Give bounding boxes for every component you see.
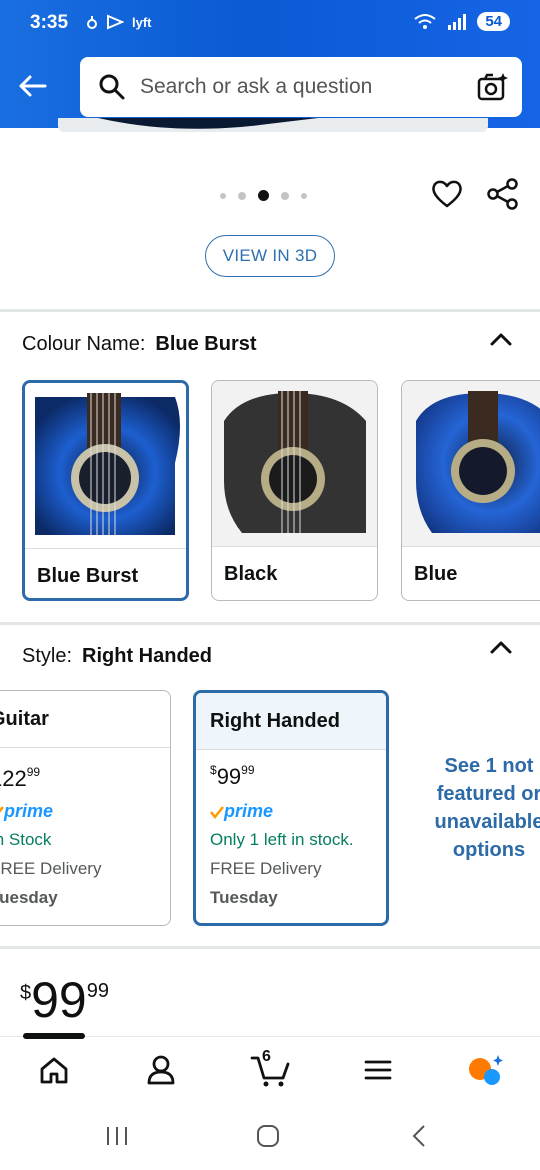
delivery-day: Tuesday [0,888,58,907]
colour-swatch-label: Blue Burst [37,565,139,587]
colour-swatch-label: Blue [414,563,458,585]
carousel-dot[interactable] [220,192,226,199]
style-collapse-chevron-icon[interactable] [488,638,514,658]
rufus-icon [469,1055,503,1085]
prime-badge: prime [0,801,53,822]
section-divider [0,946,540,949]
nav-menu[interactable] [358,1050,398,1090]
style-option-price: $9999 [210,763,255,790]
delivery-text: FREE Delivery [0,859,102,878]
colour-swatch-black[interactable]: Black [211,380,378,601]
menu-icon [364,1060,392,1080]
recent-apps-icon[interactable] [105,1124,129,1148]
stock-status: Only 1 left in stock. [210,830,354,849]
play-icon [107,14,124,30]
see-unavailable-options-link[interactable]: See 1 not featured or unavailable option… [424,752,540,864]
view-in-3d-button[interactable]: VIEW IN 3D [205,235,335,277]
price-whole: 122 [0,766,27,791]
delivery-day: Tuesday [210,888,278,907]
status-notification-icons: lyft [86,14,152,30]
nav-home[interactable] [34,1050,74,1090]
prime-text: prime [4,801,54,821]
nav-account[interactable] [141,1050,181,1090]
battery-indicator: 54 [477,12,510,31]
style-label: Style: [22,645,73,667]
colour-selected-value: Blue Burst [155,333,257,355]
section-divider [0,309,540,312]
system-navigation-bar [0,1100,540,1170]
colour-swatch-blue[interactable]: Blue [401,380,540,601]
carousel-dot[interactable] [281,191,289,200]
search-input[interactable]: Search or ask a question [140,75,372,99]
price-fraction: 99 [26,765,41,779]
section-divider [0,622,540,625]
guitar-blue-burst-image [25,383,186,549]
style-option-title: Guitar [0,691,170,748]
prime-check-icon [210,805,224,819]
back-system-icon[interactable] [408,1124,432,1148]
cart-count-badge: 6 [262,1048,271,1065]
delivery-text: FREE Delivery [210,859,322,878]
notification-icon [87,16,97,29]
wifi-icon [414,13,436,29]
style-option-right-handed[interactable]: Right Handed $9999 prime Only 1 left in … [193,690,389,926]
status-system-icons: 54 [413,12,510,31]
status-time: 3:35 [30,12,69,33]
style-section-label: Style: Right Handed [22,645,212,668]
style-option-guitar[interactable]: Guitar 12299 prime In Stock FREE Deliver… [0,690,171,926]
nav-cart[interactable]: 6 [248,1048,292,1090]
guitar-blue-image [402,381,540,547]
product-price: $ 99 99 [20,974,109,1026]
lyft-icon: lyft [132,14,152,30]
account-icon [147,1055,175,1085]
back-arrow-icon [19,75,47,97]
colour-label: Colour Name: [22,333,146,355]
camera-search-icon[interactable] [476,71,508,103]
price-fraction: 99 [241,763,255,777]
carousel-dot-active[interactable] [258,190,269,201]
search-bar[interactable]: Search or ask a question [80,57,522,117]
guitar-black-image [212,381,377,547]
price-fraction: 99 [86,980,109,1002]
home-icon [40,1057,68,1084]
wishlist-heart-icon[interactable] [430,177,464,211]
carousel-dot[interactable] [301,192,307,199]
back-button[interactable] [12,66,52,106]
style-option-title: Right Handed [196,693,386,750]
price-currency: $ [210,763,217,777]
product-image-edge [58,118,488,132]
share-icon[interactable] [486,177,520,211]
active-tab-indicator [23,1033,85,1039]
style-selected-value: Right Handed [82,645,213,667]
price-whole: 99 [216,764,242,789]
colour-collapse-chevron-icon[interactable] [488,330,514,350]
price-whole: 99 [31,972,87,1028]
home-system-icon[interactable] [256,1124,280,1148]
app-header: 3:35 lyft 54 Search or ask a question [0,0,540,128]
image-carousel-dots[interactable] [220,190,307,201]
colour-swatch-label: Black [224,563,278,585]
colour-swatch-blue-burst[interactable]: Blue Burst [22,380,189,601]
style-option-price: 12299 [0,765,40,792]
stock-status: In Stock [0,830,52,849]
colour-section-label: Colour Name: Blue Burst [22,333,257,356]
signal-icon [448,13,467,30]
search-icon [99,74,125,100]
nav-rufus[interactable] [466,1050,506,1090]
prime-badge: prime [210,801,273,822]
prime-text: prime [224,801,274,821]
price-currency: $ [20,982,32,1004]
carousel-dot[interactable] [238,191,246,200]
